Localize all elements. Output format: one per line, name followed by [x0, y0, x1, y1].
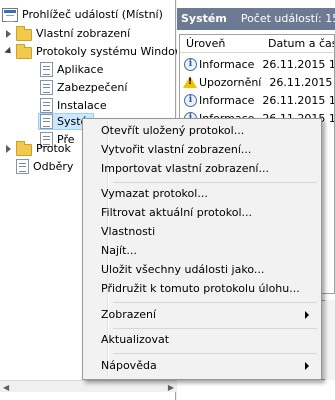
menu-item-properties[interactable]: Vlastnosti	[85, 222, 319, 241]
menu-item-clear-log[interactable]: Vymazat protokol...	[85, 184, 319, 203]
tree-item-label: Vlastní zobrazení	[36, 27, 131, 40]
folder-icon	[16, 25, 32, 41]
tree-item-label: Protokoly systému Windows	[36, 45, 190, 58]
context-menu: Otevřít uložený protokol... Vytvořit vla…	[82, 118, 322, 380]
tree-item-label: Protok	[36, 142, 71, 155]
menu-item-refresh[interactable]: Aktualizovat	[85, 330, 319, 349]
menu-item-import-custom-view[interactable]: Importovat vlastní zobrazení...	[85, 159, 319, 178]
folder-icon	[16, 140, 32, 156]
tree-item-security[interactable]: Zabezpečení	[40, 79, 127, 96]
expand-arrow-icon[interactable]	[4, 29, 13, 38]
table-row[interactable]: Upozornění 26.11.2015 14:	[180, 73, 334, 91]
log-icon	[40, 62, 53, 77]
tree-item-application[interactable]: Aplikace	[40, 61, 103, 78]
grid-header: Úroveň Datum a čas	[180, 35, 334, 53]
menu-item-create-custom-view[interactable]: Vytvořit vlastní zobrazení...	[85, 140, 319, 159]
log-header: Systém Počet událostí: 15 565	[177, 8, 335, 30]
date-cell: 26.11.2015 14:	[262, 57, 334, 71]
column-header-level[interactable]: Úroveň	[186, 37, 225, 50]
warning-icon	[183, 76, 197, 88]
info-icon: i	[184, 57, 197, 71]
table-row[interactable]: i Informace 26.11.2015 14:	[180, 55, 334, 73]
log-icon	[40, 80, 53, 95]
date-cell: 26.11.2015 14:	[269, 75, 334, 89]
tree-item-setup[interactable]: Instalace	[40, 97, 107, 114]
menu-separator	[113, 182, 317, 183]
date-cell: 26.11.2015 14:	[262, 93, 334, 107]
tree-item-label: Instalace	[57, 99, 107, 112]
submenu-arrow-icon	[305, 362, 309, 370]
menu-item-filter-current-log[interactable]: Filtrovat aktuální protokol...	[85, 203, 319, 222]
tree-item-event-viewer[interactable]: Prohlížeč událostí (Místní)	[2, 6, 163, 23]
collapse-arrow-icon[interactable]	[4, 47, 13, 56]
scroll-left-icon[interactable]: ◀	[3, 383, 9, 392]
expand-arrow-icon[interactable]	[4, 144, 13, 153]
tree-item-label: Zabezpečení	[57, 81, 128, 94]
level-cell: Upozornění	[199, 75, 262, 89]
menu-item-open-saved-log[interactable]: Otevřít uložený protokol...	[85, 121, 319, 140]
subscriptions-icon	[16, 159, 29, 174]
level-cell: Informace	[199, 57, 255, 71]
tree-item-app-services-logs[interactable]: Protok	[4, 140, 71, 157]
menu-item-view[interactable]: Zobrazení	[85, 305, 319, 324]
tree-item-label: Prohlížeč událostí (Místní)	[22, 8, 163, 21]
log-icon	[40, 98, 53, 113]
horizontal-scrollbar[interactable]: ◀ ▶	[0, 380, 177, 392]
tree-item-subscriptions[interactable]: Odběry	[16, 158, 73, 175]
event-viewer-icon	[2, 7, 18, 22]
menu-separator	[113, 328, 317, 329]
tree-item-label: Odběry	[33, 160, 74, 173]
event-count: Počet událostí: 15 565	[240, 12, 335, 25]
menu-item-save-all-events[interactable]: Uložit všechny události jako...	[85, 260, 319, 279]
menu-item-find[interactable]: Najít...	[85, 241, 319, 260]
submenu-arrow-icon	[305, 311, 309, 319]
log-icon	[40, 114, 53, 129]
menu-separator	[113, 353, 317, 354]
menu-item-attach-task[interactable]: Přidružit k tomuto protokolu úlohu...	[85, 279, 319, 298]
folder-icon	[16, 43, 32, 59]
tree-item-custom-views[interactable]: Vlastní zobrazení	[4, 25, 130, 42]
log-title: Systém	[181, 12, 227, 25]
menu-separator	[113, 302, 317, 303]
column-header-date[interactable]: Datum a čas	[268, 37, 334, 50]
tree-item-label: Aplikace	[57, 63, 104, 76]
level-cell: Informace	[199, 93, 255, 107]
tree-item-windows-logs[interactable]: Protokoly systému Windows	[4, 43, 190, 60]
menu-item-label: Zobrazení	[101, 308, 157, 321]
info-icon: i	[184, 93, 197, 107]
menu-item-label: Nápověda	[101, 359, 157, 372]
table-row[interactable]: i Informace 26.11.2015 14:	[180, 91, 334, 109]
vertical-scrollbar[interactable]	[325, 300, 335, 380]
menu-item-help[interactable]: Nápověda	[85, 356, 319, 375]
scroll-right-icon[interactable]: ▶	[168, 383, 174, 392]
